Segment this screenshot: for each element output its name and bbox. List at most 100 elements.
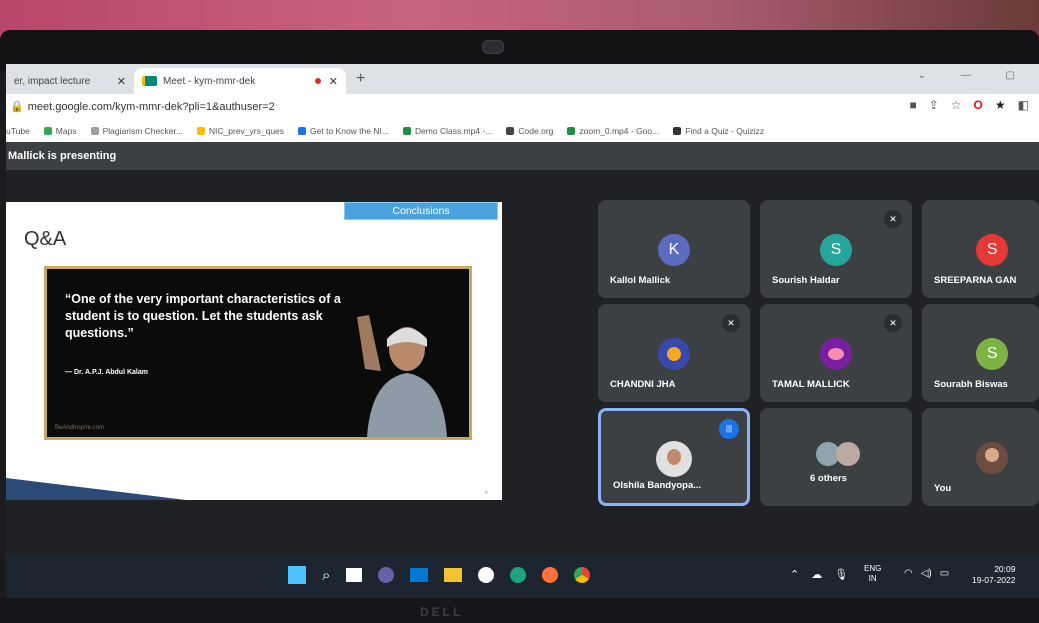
participant-tile[interactable]: K Kallol Mallick: [598, 200, 750, 298]
region-code: IN: [868, 574, 877, 583]
opera-extension-icon[interactable]: O: [974, 98, 983, 112]
slide-nav: »: [484, 490, 488, 496]
language-code: ENG: [864, 564, 882, 573]
bookmark-icon: [90, 127, 99, 135]
quote-author: — Dr. A.P.J. Abdul Kalam: [65, 369, 148, 376]
chrome-icon[interactable]: [574, 567, 591, 583]
system-tray[interactable]: ◠ ◁) ▭: [904, 568, 949, 579]
code-org-icon: [506, 127, 515, 135]
maps-icon: [43, 127, 52, 135]
avatar: S: [976, 234, 1009, 266]
quote-site: BeAndInspire.com: [55, 425, 105, 431]
tab-label: Meet - kym-mmr-dek: [163, 75, 256, 87]
bookmark-demo-class[interactable]: Demo Class.mp4 -...: [402, 126, 492, 136]
tab-label: er, impact lecture: [14, 75, 91, 87]
address-bar[interactable]: 🔒 meet.google.com/kym-mmr-dek?pli=1&authu…: [6, 94, 1039, 121]
avatar-image: [658, 338, 690, 370]
quote-text: “One of the very important characteristi…: [65, 292, 341, 340]
windows-start-icon[interactable]: [288, 566, 306, 584]
bookmark-maps[interactable]: Maps: [43, 126, 77, 136]
participant-tile[interactable]: ✕ TAMAL MALLICK: [760, 304, 912, 402]
avatar-image: [820, 338, 852, 370]
search-icon[interactable]: ⌕: [322, 567, 330, 584]
dell-icon[interactable]: [478, 567, 495, 583]
participant-name: TAMAL MALLICK: [772, 379, 850, 390]
bookmarks-bar: uTube Maps Plagiarism Checker... NIC_pre…: [6, 120, 1039, 143]
quote-image: “One of the very important characteristi…: [44, 266, 472, 440]
tab-meet[interactable]: Meet - kym-mmr-dek ✕: [134, 68, 346, 94]
volume-icon[interactable]: ◁): [921, 568, 932, 579]
teams-icon[interactable]: [378, 567, 395, 583]
mic-off-icon: ✕: [884, 210, 902, 228]
language-indicator[interactable]: ENG IN: [864, 564, 881, 584]
bookmark-nic[interactable]: NIC_prev_yrs_ques: [196, 126, 284, 136]
edge-icon[interactable]: [510, 567, 527, 583]
participant-tile[interactable]: S Sourabh Biswas: [922, 304, 1039, 402]
mic-off-icon: ✕: [722, 314, 740, 332]
avatar: S: [820, 234, 852, 266]
meet-area: Mallick is presenting Conclusions Q&A “O…: [6, 142, 1039, 572]
avatar-image: [656, 441, 692, 477]
bookmark-code-org[interactable]: Code.org: [506, 126, 553, 136]
presentation-slide: Conclusions Q&A “One of the very importa…: [6, 202, 502, 500]
avatar: S: [976, 338, 1009, 370]
avatar: K: [658, 234, 690, 266]
cloud-icon[interactable]: ☁: [811, 568, 822, 581]
new-tab-button[interactable]: +: [356, 70, 365, 88]
wifi-icon[interactable]: ◠: [904, 568, 913, 579]
extensions-icon[interactable]: ★: [995, 98, 1006, 112]
mail-icon[interactable]: [410, 568, 429, 582]
microphone-icon[interactable]: 🎙: [834, 568, 848, 581]
bookmark-zoom[interactable]: zoom_0.mp4 - Goo...: [567, 126, 659, 136]
mic-off-icon: ✕: [884, 314, 902, 332]
battery-icon[interactable]: ▭: [940, 568, 949, 579]
bookmark-star-icon[interactable]: ☆: [951, 98, 962, 112]
participant-name: You: [934, 483, 952, 494]
file-explorer-icon[interactable]: [444, 568, 463, 582]
bookmark-plagiarism[interactable]: Plagiarism Checker...: [90, 126, 183, 136]
participant-name: Sourish Haldar: [772, 275, 840, 286]
windows-taskbar: ⌕ ⌃ ☁ 🎙 ENG IN ◠ ◁) ▭ 20:09 19-07-2022: [6, 554, 1039, 598]
participant-tile[interactable]: S SREEPARNA GAN: [922, 200, 1039, 298]
drive-icon: [567, 127, 576, 135]
bookmark-icon: [298, 127, 307, 135]
speaking-indicator-icon: |||: [719, 419, 739, 439]
participant-tile[interactable]: ✕ CHANDNI JHA: [598, 304, 750, 402]
participant-name: Kallol Mallick: [610, 275, 671, 286]
firefox-icon[interactable]: [542, 567, 559, 583]
meet-icon: [142, 76, 157, 86]
tab-lecture[interactable]: er, impact lecture ✕: [6, 68, 134, 94]
close-tab-icon[interactable]: ✕: [117, 75, 126, 88]
participant-name: CHANDNI JHA: [610, 379, 676, 390]
window-controls[interactable]: ⌄ — ▢: [918, 70, 1031, 81]
laptop-screen: er, impact lecture ✕ Meet - kym-mmr-dek …: [6, 64, 1039, 610]
bookmark-youtube[interactable]: uTube: [6, 126, 30, 136]
url-text[interactable]: meet.google.com/kym-mmr-dek?pli=1&authus…: [28, 101, 275, 113]
chevron-up-icon[interactable]: ⌃: [790, 568, 799, 581]
participant-tile[interactable]: ✕ S Sourish Haldar: [760, 200, 912, 298]
laptop-bottom-bezel: [0, 598, 1039, 623]
share-icon[interactable]: ⇪: [929, 98, 939, 112]
sidepanel-icon[interactable]: ◧: [1018, 98, 1029, 112]
participant-name: SREEPARNA GAN: [934, 275, 1017, 286]
slide-decoration: [6, 478, 186, 500]
close-tab-icon[interactable]: ✕: [329, 75, 338, 88]
bookmark-quizizz[interactable]: Find a Quiz - Quizizz: [673, 126, 764, 136]
drive-icon: [402, 127, 411, 135]
participant-name: Olshila Bandyopa...: [613, 480, 702, 491]
clock[interactable]: 20:09 19-07-2022: [972, 564, 1015, 586]
bookmark-get-to-know[interactable]: Get to Know the NI...: [298, 126, 389, 136]
time: 20:09: [994, 564, 1016, 574]
slide-heading: Q&A: [24, 228, 67, 250]
quizizz-icon: [673, 127, 682, 135]
participant-tile-speaking[interactable]: ||| Olshila Bandyopa...: [598, 408, 750, 506]
drive-icon: [196, 127, 205, 135]
self-tile[interactable]: You: [922, 408, 1039, 506]
task-view-icon[interactable]: [346, 568, 363, 582]
slide-tag: Conclusions: [344, 202, 498, 220]
camera-icon[interactable]: ■: [909, 98, 916, 112]
participant-name: Sourabh Biswas: [934, 379, 1008, 390]
others-tile[interactable]: 6 others: [760, 408, 912, 506]
lock-icon[interactable]: 🔒: [10, 101, 24, 113]
portrait-photo: [347, 309, 467, 437]
